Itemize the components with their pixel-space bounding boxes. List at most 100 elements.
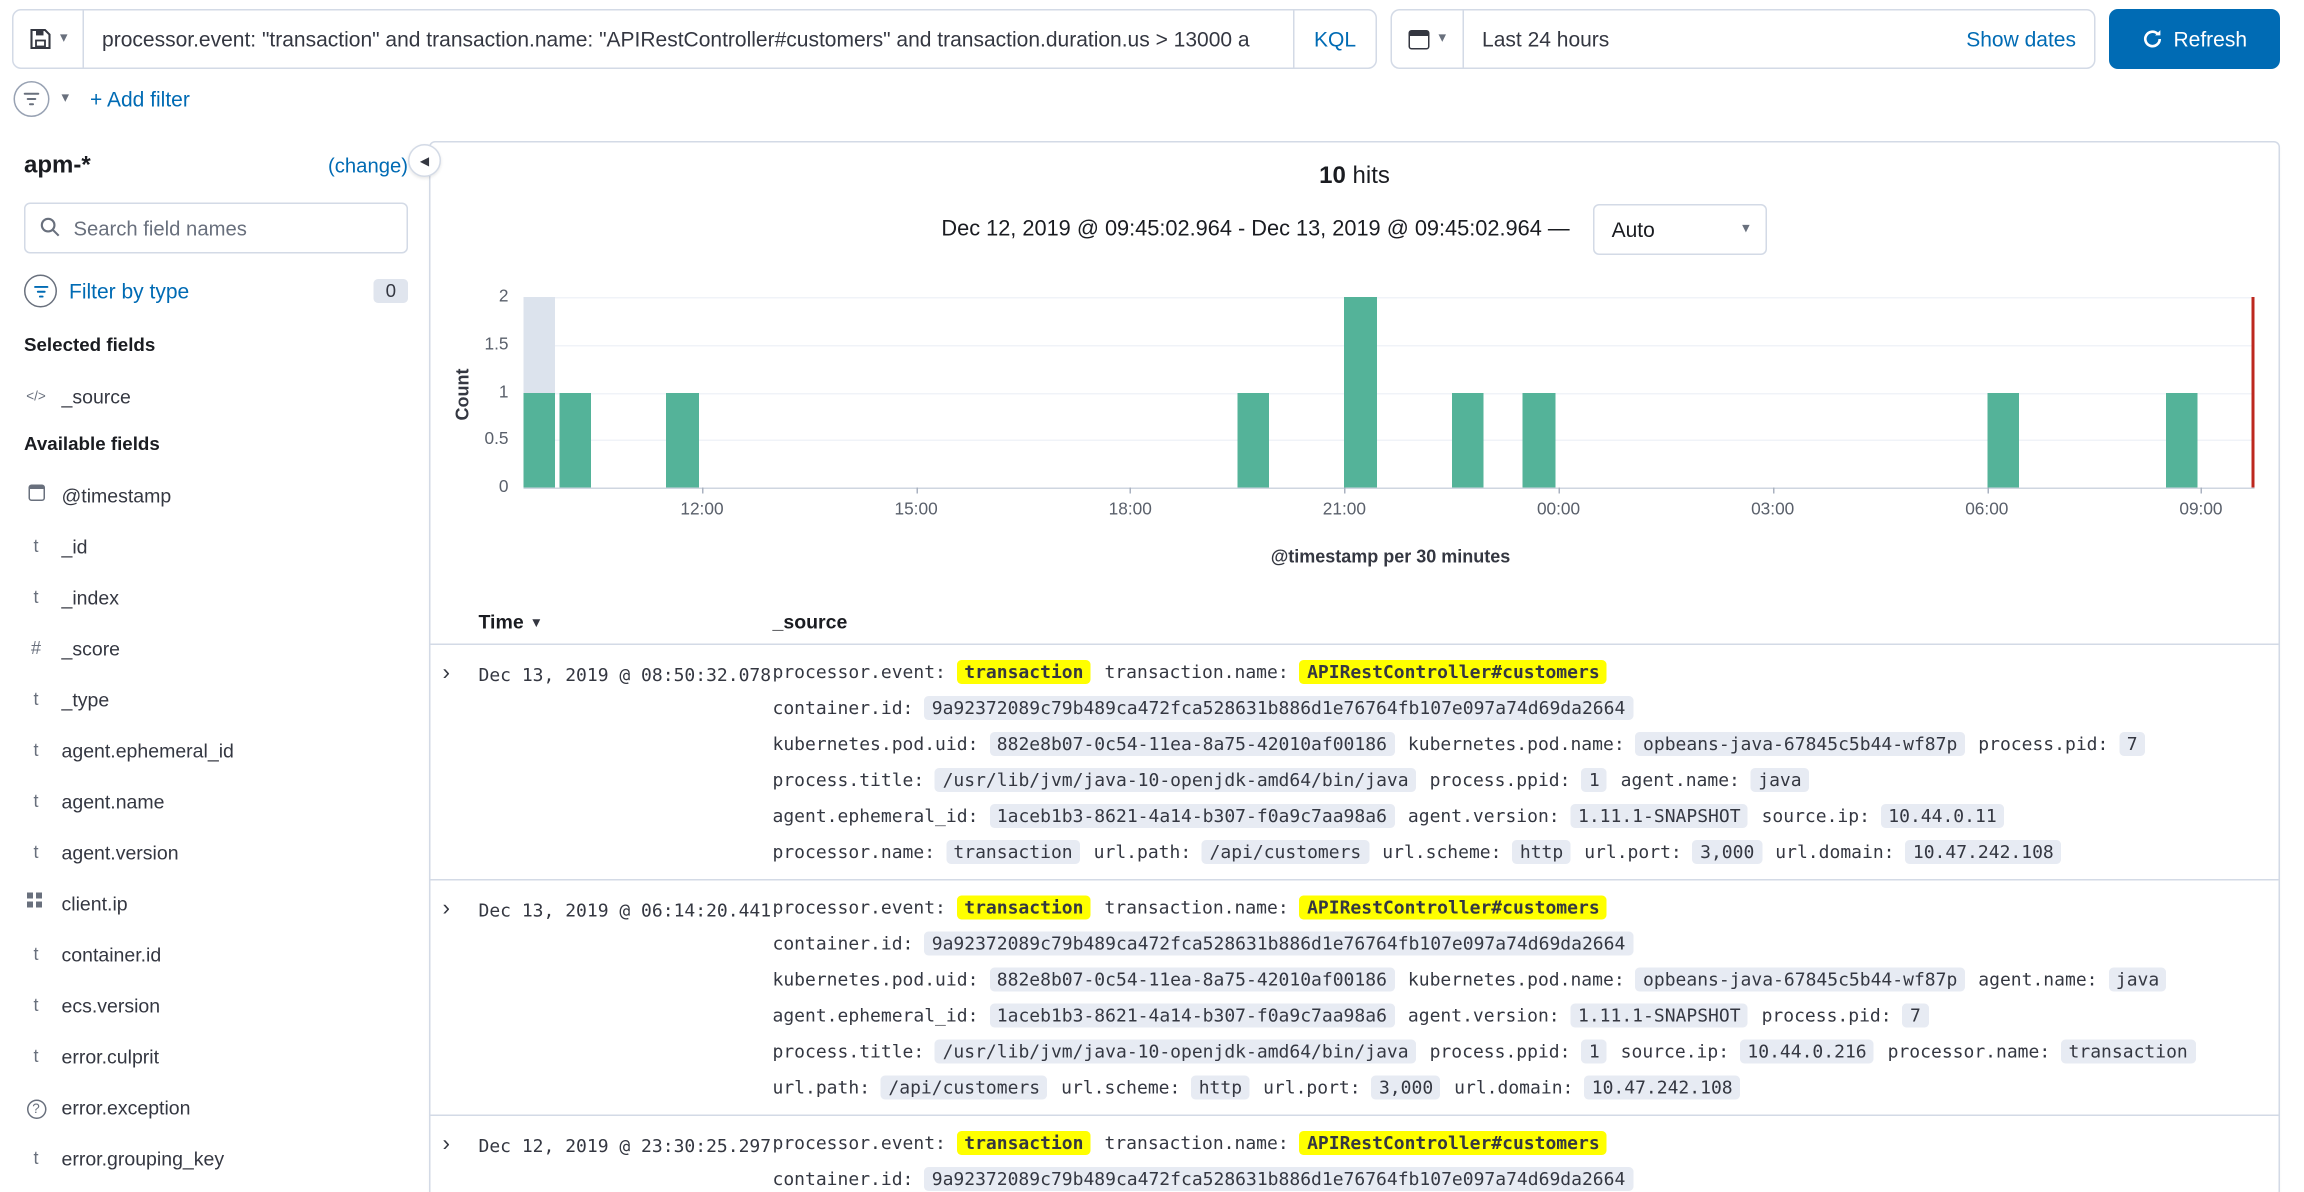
histogram-bar[interactable] bbox=[1987, 392, 2019, 487]
field-item-agent.name[interactable]: tagent.name bbox=[24, 776, 408, 827]
histogram-interval-select[interactable]: Auto ▾ bbox=[1594, 204, 1768, 255]
time-range-value[interactable]: Last 24 hours bbox=[1464, 27, 1966, 51]
query-input[interactable]: processor.event: "transaction" and trans… bbox=[84, 11, 1293, 68]
refresh-button[interactable]: Refresh bbox=[2109, 9, 2280, 69]
saved-query-menu-button[interactable]: ▾ bbox=[14, 11, 85, 68]
field-value: 882e8b07-0c54-11ea-8a75-42010af00186 bbox=[989, 968, 1394, 992]
field-value: 9a92372089c79b489ca472fca528631b886d1e76… bbox=[924, 932, 1633, 956]
time-column-header[interactable]: Time ▼ bbox=[479, 611, 773, 634]
hits-count: 10 bbox=[1319, 164, 1346, 190]
histogram-bar[interactable] bbox=[666, 392, 698, 487]
histogram-bar[interactable] bbox=[2165, 392, 2197, 487]
field-key: agent.ephemeral_id: bbox=[773, 806, 979, 827]
field-key: transaction.name: bbox=[1104, 662, 1288, 683]
field-value: transaction bbox=[946, 840, 1080, 864]
string-field-icon: t bbox=[24, 944, 48, 965]
row-source: processor.event: transactiontransaction.… bbox=[773, 896, 2267, 1102]
date-quick-select-button[interactable]: ▾ bbox=[1392, 11, 1464, 68]
field-item-_source[interactable]: </>_source bbox=[24, 371, 408, 422]
y-axis-tick-label: 2 bbox=[499, 288, 509, 306]
field-pair: url.port: 3,000 bbox=[1584, 840, 1762, 866]
field-pair: kubernetes.pod.name: opbeans-java-67845c… bbox=[1408, 732, 1965, 758]
histogram-bar[interactable] bbox=[559, 392, 591, 487]
expand-row-icon[interactable]: › bbox=[443, 660, 479, 866]
filter-options-button[interactable] bbox=[14, 81, 50, 117]
search-field-names-input[interactable] bbox=[24, 203, 408, 254]
field-pair: processor.name: transaction bbox=[773, 840, 1081, 866]
field-value: 1 bbox=[1581, 768, 1607, 792]
field-item-error.culprit[interactable]: terror.culprit bbox=[24, 1031, 408, 1082]
field-pair: agent.name: java bbox=[1978, 968, 2166, 994]
field-pair: kubernetes.pod.uid: 882e8b07-0c54-11ea-8… bbox=[773, 732, 1395, 758]
row-timestamp: Dec 13, 2019 @ 08:50:32.078 bbox=[479, 660, 773, 866]
field-value: APIRestController#customers bbox=[1300, 896, 1608, 920]
field-item-_type[interactable]: t_type bbox=[24, 674, 408, 725]
field-item-agent.version[interactable]: tagent.version bbox=[24, 827, 408, 878]
filter-by-type-icon-button[interactable] bbox=[24, 275, 57, 308]
string-field-icon: t bbox=[24, 536, 48, 557]
ip-grid-glyph bbox=[27, 893, 33, 899]
histogram-bar[interactable] bbox=[1237, 392, 1269, 487]
field-pair: url.scheme: http bbox=[1382, 840, 1570, 866]
field-item-_score[interactable]: #_score bbox=[24, 623, 408, 674]
field-item-@timestamp[interactable]: @timestamp bbox=[24, 470, 408, 521]
string-field-icon: t bbox=[24, 740, 48, 761]
field-item-error.exception[interactable]: ? error.exception bbox=[24, 1082, 408, 1133]
field-key: source.ip: bbox=[1621, 1041, 1729, 1062]
field-name: agent.ephemeral_id bbox=[62, 739, 234, 762]
field-pair: process.title: /usr/lib/jvm/java-10-open… bbox=[773, 768, 1417, 794]
histogram-bar[interactable] bbox=[1523, 392, 1555, 487]
source-field-icon: </> bbox=[24, 389, 48, 404]
field-key: agent.version: bbox=[1408, 1005, 1560, 1026]
field-value: 882e8b07-0c54-11ea-8a75-42010af00186 bbox=[989, 732, 1394, 756]
time-range-line: Dec 12, 2019 @ 09:45:02.964 - Dec 13, 20… bbox=[431, 204, 2279, 255]
field-item-client.ip[interactable]: client.ip bbox=[24, 878, 408, 929]
field-pair: url.port: 3,000 bbox=[1263, 1076, 1441, 1102]
filter-by-type-link[interactable]: Filter by type bbox=[69, 279, 362, 303]
x-axis-tick-label: 15:00 bbox=[894, 501, 937, 519]
chevron-down-icon: ▾ bbox=[1439, 32, 1447, 47]
field-item-container.id[interactable]: tcontainer.id bbox=[24, 929, 408, 980]
histogram-bar[interactable] bbox=[1344, 297, 1376, 488]
field-name: error.exception bbox=[62, 1096, 191, 1119]
histogram-bar[interactable] bbox=[1451, 392, 1483, 487]
field-item-_index[interactable]: t_index bbox=[24, 572, 408, 623]
x-axis-tick-mark bbox=[1130, 488, 1132, 494]
available-fields-list: @timestampt_idt_index#_scoret_typetagent… bbox=[24, 470, 408, 1192]
filter-by-type-row: Filter by type 0 bbox=[24, 275, 408, 308]
add-filter-link[interactable]: + Add filter bbox=[90, 87, 190, 111]
field-value: 3,000 bbox=[1371, 1076, 1440, 1100]
field-key: container.id: bbox=[773, 698, 914, 719]
calendar-glyph bbox=[28, 485, 45, 502]
kql-language-button[interactable]: KQL bbox=[1293, 11, 1376, 68]
documents-table: Time ▼ _source ›Dec 13, 2019 @ 08:50:32.… bbox=[431, 600, 2279, 1192]
field-item-_id[interactable]: t_id bbox=[24, 521, 408, 572]
y-axis-tick-label: 1 bbox=[499, 383, 509, 401]
change-index-pattern-link[interactable]: (change) bbox=[328, 155, 408, 178]
x-axis-tick-label: 18:00 bbox=[1109, 501, 1152, 519]
field-value: http bbox=[1512, 840, 1570, 864]
field-value: 10.44.0.11 bbox=[1881, 804, 2004, 828]
document-row: ›Dec 13, 2019 @ 06:14:20.441processor.ev… bbox=[431, 881, 2279, 1117]
y-axis-tick-label: 0.5 bbox=[485, 431, 509, 449]
field-value: transaction bbox=[957, 1131, 1091, 1155]
field-item-ecs.version[interactable]: tecs.version bbox=[24, 980, 408, 1031]
field-item-agent.ephemeral_id[interactable]: t agent.ephemeral_id bbox=[24, 725, 408, 776]
histogram-plot-area[interactable]: 21.510.5012:0015:0018:0021:0000:0003:000… bbox=[524, 297, 2255, 489]
y-axis-tick-label: 1.5 bbox=[485, 336, 509, 354]
field-item-error.id[interactable]: terror.id bbox=[24, 1184, 408, 1192]
field-pair: url.path: /api/customers bbox=[773, 1076, 1048, 1102]
expand-row-icon[interactable]: › bbox=[443, 1131, 479, 1192]
histogram-bar[interactable] bbox=[524, 392, 556, 487]
show-dates-link[interactable]: Show dates bbox=[1966, 27, 2094, 51]
field-key: transaction.name: bbox=[1104, 1133, 1288, 1154]
expand-row-icon[interactable]: › bbox=[443, 896, 479, 1102]
field-pair: agent.ephemeral_id: 1aceb1b3-8621-4a14-b… bbox=[773, 1004, 1395, 1030]
chevron-down-icon: ▾ bbox=[62, 92, 70, 107]
field-item-error.grouping_key[interactable]: terror.grouping_key bbox=[24, 1133, 408, 1184]
number-field-icon: # bbox=[24, 638, 48, 659]
unknown-field-icon: ? bbox=[24, 1096, 48, 1119]
collapse-sidebar-button[interactable]: ◀ bbox=[408, 144, 441, 177]
refresh-label: Refresh bbox=[2173, 27, 2247, 51]
fields-sidebar: apm-* (change) Filter by type 0 Selected… bbox=[0, 132, 423, 1192]
